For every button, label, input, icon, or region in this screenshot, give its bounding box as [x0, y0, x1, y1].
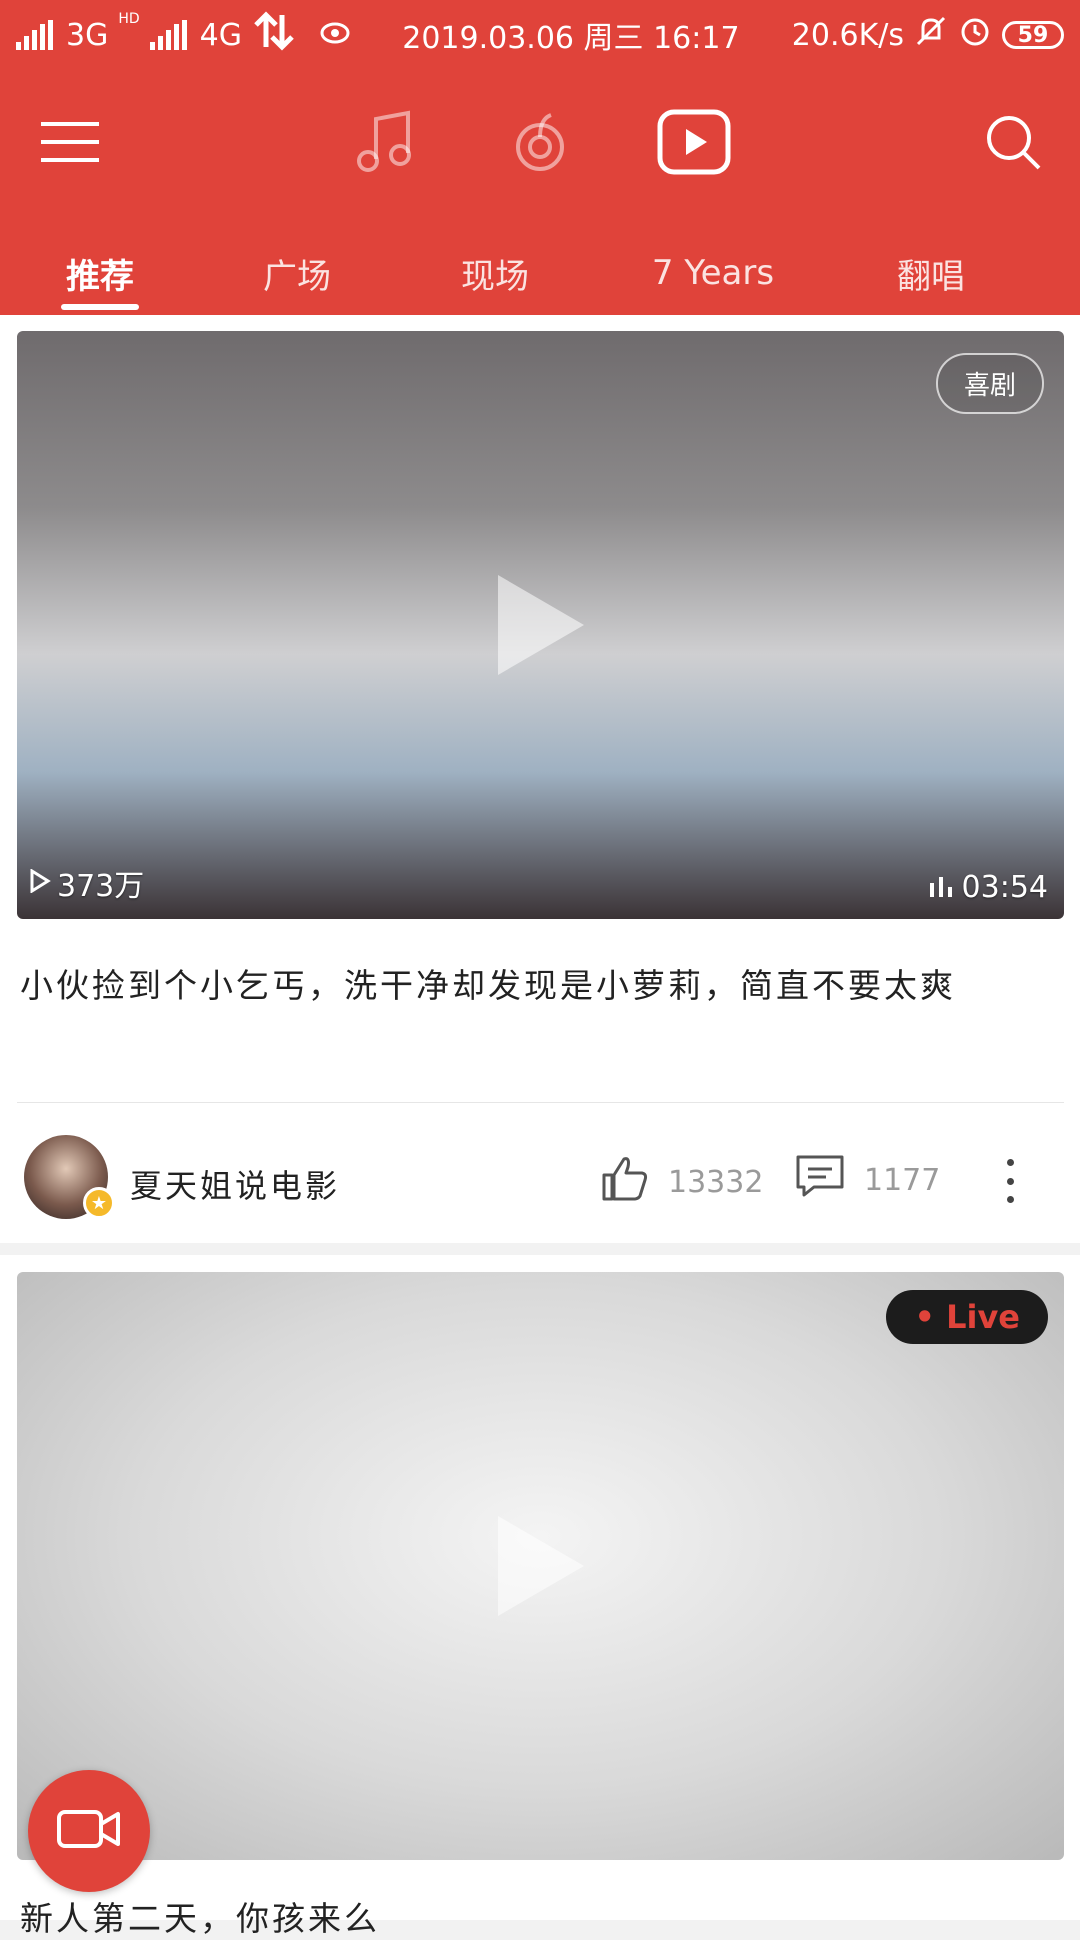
tab-bar: 推荐 广场 现场 7 Years 翻唱	[0, 230, 1080, 320]
tab-live-scene[interactable]: 现场	[435, 230, 555, 316]
status-bar: 3G HD 4G 2019.03.06 周三 16:17 20.6K/s 59	[0, 0, 1080, 70]
tab-cover[interactable]: 翻唱	[871, 230, 991, 316]
video-card[interactable]: • Live	[0, 1255, 1080, 1920]
tab-label: 7 Years	[651, 253, 775, 293]
thumbs-up-icon	[600, 1153, 650, 1211]
video-thumbnail[interactable]: • Live	[17, 1272, 1064, 1860]
tab-label: 翻唱	[897, 256, 965, 297]
play-count-icon	[29, 866, 51, 901]
eye-icon	[320, 18, 350, 53]
comment-button[interactable]: 1177	[794, 1153, 940, 1207]
tab-label: 广场	[263, 256, 331, 297]
signal-4g-icon	[149, 20, 190, 50]
video-title[interactable]: 小伙捡到个小乞丐，洗干净却发现是小萝莉，简直不要太爽	[20, 955, 1060, 1017]
net-3g-label: 3G	[66, 17, 109, 53]
like-button[interactable]: 13332	[600, 1153, 763, 1211]
tab-label: 现场	[461, 256, 529, 297]
author-name[interactable]: 夏天姐说电影	[130, 1161, 340, 1207]
status-datetime: 2019.03.06 周三 16:17	[402, 21, 740, 56]
alarm-icon	[958, 14, 992, 56]
video-thumbnail[interactable]: 喜剧 373万 03:54	[17, 331, 1064, 919]
battery-indicator: 59	[1001, 21, 1064, 49]
star-icon: ★	[83, 1187, 115, 1219]
tab-recommend[interactable]: 推荐	[40, 230, 160, 316]
top-nav	[0, 70, 1080, 210]
video-camera-icon	[56, 1806, 122, 1856]
play-icon[interactable]	[497, 575, 584, 675]
signal-3g-icon	[16, 20, 56, 50]
duration-value: 03:54	[961, 870, 1048, 905]
record-video-button[interactable]	[28, 1770, 150, 1892]
tab-plaza[interactable]: 广场	[237, 230, 357, 316]
more-options-icon[interactable]	[1000, 1159, 1020, 1203]
status-right: 20.6K/s 59	[792, 14, 1064, 56]
status-left: 3G HD 4G	[16, 11, 350, 59]
radio-icon[interactable]	[500, 102, 580, 182]
comment-icon	[794, 1153, 846, 1207]
mute-icon	[914, 14, 948, 56]
tab-label: 推荐	[66, 256, 134, 297]
live-badge[interactable]: • Live	[886, 1290, 1048, 1344]
tab-underline	[61, 304, 139, 310]
tab-7-years[interactable]: 7 Years	[628, 230, 798, 316]
net-4g-label: 4G	[199, 17, 242, 53]
app-header: 推荐 广场 现场 7 Years 翻唱	[0, 70, 1080, 315]
comment-count: 1177	[864, 1162, 941, 1198]
music-icon[interactable]	[345, 102, 425, 182]
like-count: 13332	[668, 1164, 764, 1200]
network-speed: 20.6K/s	[791, 17, 904, 53]
play-count: 373万	[29, 861, 144, 905]
video-title[interactable]: 新人第二天，你孩来么	[20, 1892, 380, 1940]
author-row: ★ 夏天姐说电影 13332 1177	[0, 1125, 1080, 1225]
video-duration: 03:54	[929, 870, 1048, 905]
card-divider	[17, 1102, 1064, 1103]
search-icon[interactable]	[973, 102, 1053, 182]
menu-icon[interactable]	[31, 102, 111, 182]
video-card[interactable]: 喜剧 373万 03:54 小伙捡到个小乞丐，洗干净却发现是小萝莉，简直不要太爽…	[0, 315, 1080, 1243]
genre-badge[interactable]: 喜剧	[935, 353, 1044, 414]
play-icon[interactable]	[497, 1516, 584, 1616]
video-icon[interactable]	[654, 102, 734, 182]
data-transfer-icon	[252, 11, 296, 59]
hd-label: HD	[118, 11, 140, 27]
play-count-value: 373万	[57, 869, 145, 904]
volume-bars-icon	[929, 870, 956, 905]
